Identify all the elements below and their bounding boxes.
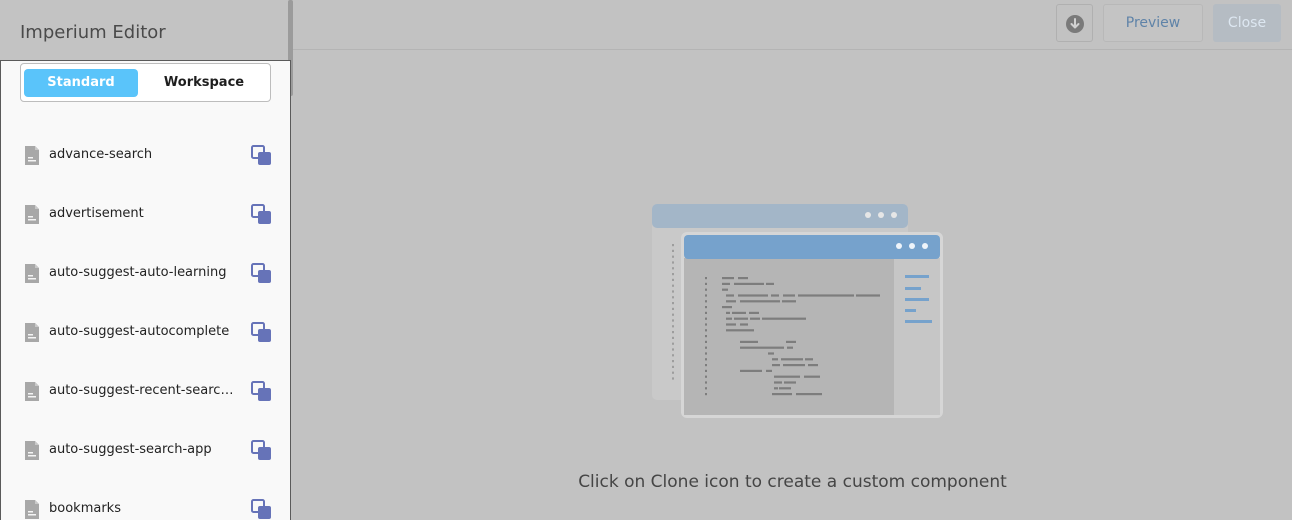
file-icon	[24, 145, 40, 166]
file-icon	[24, 499, 40, 520]
component-panel: Standard Workspace advance-search adverti…	[0, 60, 291, 520]
component-label: auto-suggest-autocomplete	[49, 324, 230, 339]
file-icon	[24, 381, 40, 402]
preview-button[interactable]: Preview	[1103, 4, 1203, 42]
list-item[interactable]: advance-search	[1, 136, 290, 176]
list-item[interactable]: auto-suggest-autocomplete	[1, 313, 290, 353]
standard-workspace-toggle: Standard Workspace	[20, 63, 271, 102]
component-label: auto-suggest-search-app	[49, 442, 212, 457]
clone-icon[interactable]	[251, 204, 272, 225]
component-label: advance-search	[49, 147, 153, 162]
file-icon	[24, 322, 40, 343]
app-title: Imperium Editor	[20, 22, 166, 43]
component-label: bookmarks	[49, 501, 121, 516]
clone-icon[interactable]	[251, 322, 272, 343]
file-icon	[24, 440, 40, 461]
tab-standard[interactable]: Standard	[24, 69, 138, 97]
clone-icon[interactable]	[251, 145, 272, 166]
clone-icon[interactable]	[251, 381, 272, 402]
code-editor-illustration	[652, 204, 943, 418]
component-label: auto-suggest-auto-learning	[49, 265, 227, 280]
list-item[interactable]: auto-suggest-search-app	[1, 431, 290, 471]
empty-state-message: Click on Clone icon to create a custom c…	[578, 472, 1007, 492]
list-item[interactable]: advertisement	[1, 195, 290, 235]
clone-icon[interactable]	[251, 440, 272, 461]
list-item[interactable]: bookmarks	[1, 490, 290, 520]
list-item[interactable]: auto-suggest-recent-searches	[1, 372, 290, 412]
list-item[interactable]: auto-suggest-auto-learning	[1, 254, 290, 294]
tab-workspace[interactable]: Workspace	[146, 69, 262, 97]
clone-icon[interactable]	[251, 499, 272, 520]
download-icon	[1066, 15, 1084, 33]
component-label: auto-suggest-recent-searches	[49, 383, 241, 398]
download-button[interactable]	[1056, 4, 1093, 42]
file-icon	[24, 263, 40, 284]
sidebar-header: Imperium Editor	[0, 0, 288, 60]
sidebar: Imperium Editor Standard Workspace advan…	[0, 0, 293, 520]
component-label: advertisement	[49, 206, 144, 221]
top-toolbar: Preview Close	[293, 0, 1292, 50]
clone-icon[interactable]	[251, 263, 272, 284]
file-icon	[24, 204, 40, 225]
close-button[interactable]: Close	[1213, 4, 1281, 42]
